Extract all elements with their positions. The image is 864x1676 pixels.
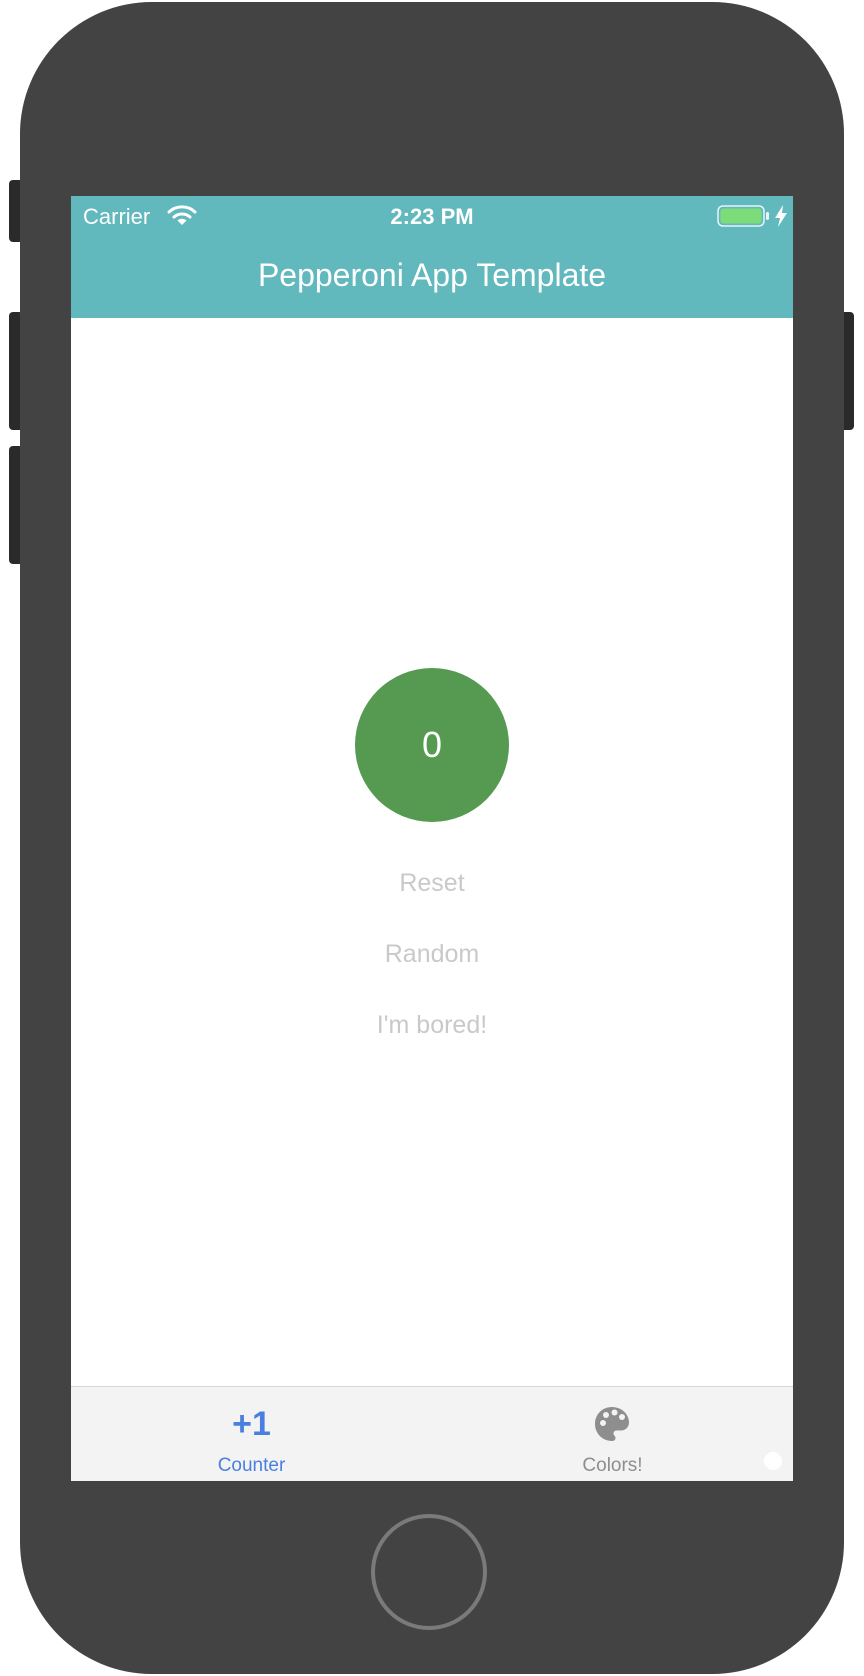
counter-increment-button[interactable]: 0 — [355, 668, 509, 822]
reset-button[interactable]: Reset — [71, 866, 793, 900]
random-button[interactable]: Random — [71, 937, 793, 971]
status-time: 2:23 PM — [390, 204, 474, 229]
tab-colors-label: Colors! — [582, 1455, 643, 1476]
touch-indicator-dot — [764, 1452, 782, 1470]
tab-bar: +1 Counter Colors! — [71, 1386, 793, 1481]
app-screen: Carrier 2:23 PM Pepperoni App Template 0… — [71, 196, 793, 1481]
im-bored-button[interactable]: I'm bored! — [71, 1008, 793, 1042]
tab-counter[interactable]: +1 Counter — [71, 1387, 432, 1481]
home-button[interactable] — [371, 1514, 487, 1630]
page-title: Pepperoni App Template — [257, 257, 607, 293]
device-frame: Carrier 2:23 PM Pepperoni App Template 0… — [0, 0, 864, 1676]
tab-counter-label: Counter — [217, 1455, 286, 1476]
battery-icon — [717, 205, 769, 227]
palette-icon — [595, 1407, 629, 1441]
charging-bolt-icon — [775, 205, 787, 227]
navigation-header: Carrier 2:23 PM Pepperoni App Template — [71, 196, 793, 318]
counter-value: 0 — [421, 724, 443, 765]
tab-colors[interactable]: Colors! — [432, 1387, 793, 1481]
plus-one-icon: +1 — [232, 1405, 271, 1443]
